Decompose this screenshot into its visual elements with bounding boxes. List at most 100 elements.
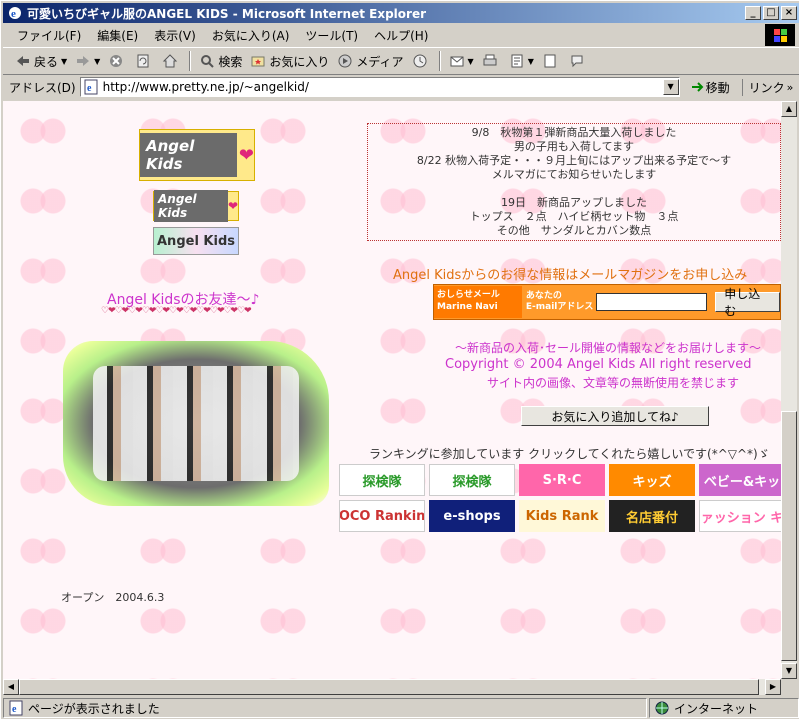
mail-magazine-form: おしらせメール Marine Navi あなたの E-mailアドレス 申し込む [433, 284, 781, 320]
ranking-banner[interactable]: S·R·C [519, 464, 605, 496]
address-bar: アドレス(D) e http://www.pretty.ne.jp/~angel… [3, 76, 799, 98]
refresh-button[interactable] [131, 50, 158, 72]
mail-magazine-heading: Angel Kidsからのお得な情報はメールマガジンをお申し込み [393, 268, 748, 283]
internet-globe-icon [655, 701, 669, 715]
stop-button[interactable] [104, 50, 131, 72]
email-label-line1: あなたの [525, 291, 562, 301]
news-line: 男の子用も入荷してます [513, 140, 635, 153]
address-dropdown-icon[interactable]: ▼ [662, 79, 679, 95]
media-label: メディア [356, 54, 404, 69]
page-icon: e [84, 79, 98, 95]
angel-kids-logo-large[interactable]: Angel Kids ❤ [139, 129, 255, 181]
ranking-banner[interactable]: 探検隊 [339, 464, 425, 496]
scroll-down-icon[interactable]: ▼ [781, 663, 797, 679]
ranking-banner[interactable]: ベビー&キッ [699, 464, 781, 496]
go-label: 移動 [705, 80, 730, 95]
media-icon [338, 54, 352, 68]
hearts-divider: ♡❤♡❤♡❤♡❤♡❤♡❤♡❤♡❤♡❤♡❤♡❤ [101, 306, 252, 316]
go-button[interactable]: 移動 [690, 79, 730, 96]
edit-page-icon [511, 54, 523, 68]
svg-text:e: e [12, 704, 17, 715]
menu-bar: ファイル(F) 編集(E) 表示(V) お気に入り(A) ツール(T) ヘルプ(… [3, 25, 799, 45]
links-button[interactable]: リンク [741, 78, 785, 96]
news-line: 19日 新商品アップしました [501, 196, 647, 209]
home-button[interactable] [158, 50, 185, 72]
scroll-up-icon[interactable]: ▲ [781, 101, 797, 117]
marine-navi-logo: おしらせメール Marine Navi [434, 286, 522, 318]
forward-arrow-icon [77, 56, 90, 66]
media-button[interactable]: メディア [333, 50, 407, 72]
add-favorite-button[interactable]: お気に入り追加してね♪ [521, 406, 709, 426]
horizontal-scrollbar[interactable]: ◀ ▶ [3, 679, 781, 695]
scroll-left-icon[interactable]: ◀ [3, 679, 19, 695]
ranking-banner[interactable]: e-shops [429, 500, 515, 532]
news-box: 9/8 秋物第１弾新商品大量入荷しました 男の子用も入荷してます 8/22 秋物… [367, 123, 781, 241]
subscribe-button[interactable]: 申し込む [715, 287, 780, 318]
print-button[interactable] [478, 50, 505, 72]
discuss-button[interactable] [538, 50, 565, 72]
ranking-banner[interactable]: COCO Ranking [339, 500, 425, 532]
chevron-down-icon: ▼ [94, 56, 101, 66]
email-label: あなたの E-mailアドレス [522, 291, 596, 313]
go-arrow-icon [691, 82, 704, 92]
window-title: 可愛いちびギャル服のANGEL KIDS - Microsoft Interne… [27, 6, 427, 21]
ie-window: e 可愛いちびギャル服のANGEL KIDS - Microsoft Inter… [0, 0, 800, 720]
back-button[interactable]: 戻る ▼ [11, 50, 71, 72]
ranking-banner[interactable]: 探検隊 [429, 464, 515, 496]
news-line: メルマガにてお知らせいたします [491, 168, 657, 181]
ranking-banner[interactable]: ファッション キッ [699, 500, 781, 532]
address-input[interactable]: e http://www.pretty.ne.jp/~angelkid/ ▼ [79, 77, 680, 97]
page-viewport: Angel Kids ❤ Angel Kids ❤ Angel Kids Ang… [3, 101, 781, 679]
edit-button[interactable]: ▼ [505, 50, 538, 72]
zone-text: インターネット [674, 701, 759, 716]
address-label: アドレス(D) [9, 80, 76, 95]
close-button[interactable]: × [781, 6, 797, 20]
messenger-icon [571, 55, 583, 68]
messenger-button[interactable] [565, 50, 592, 72]
history-button[interactable] [408, 50, 435, 72]
refresh-icon [137, 54, 149, 68]
news-line: トップス ２点 ハイビ柄セット物 ３点 [469, 210, 679, 223]
news-line [368, 182, 780, 196]
forward-button[interactable]: ▼ [71, 50, 104, 72]
favorites-button[interactable]: お気に入り [246, 50, 333, 72]
email-label-line2: E-mailアドレス [525, 302, 594, 312]
menu-favorites[interactable]: お気に入り(A) [204, 27, 298, 44]
back-label: 戻る [34, 54, 59, 69]
ranking-banner[interactable]: キッズ [609, 464, 695, 496]
scroll-thumb[interactable] [781, 411, 797, 661]
maximize-button[interactable]: □ [763, 6, 779, 20]
history-icon [413, 54, 427, 68]
heart-icon: ❤ [227, 199, 238, 213]
ranking-banners: 探検隊探検隊S·R·Cキッズベビー&キッCOCO Rankinge-shopsK… [339, 464, 781, 532]
status-text: ページが表示されました [28, 701, 160, 716]
svg-text:e: e [87, 83, 92, 94]
menu-tools[interactable]: ツール(T) [297, 27, 366, 44]
toolbar-separator [438, 51, 441, 71]
search-button[interactable]: 検索 [195, 50, 246, 72]
chevron-right-icon[interactable]: » [787, 81, 794, 94]
status-text-panel: e ページが表示されました [3, 698, 647, 718]
page-done-icon: e [9, 700, 23, 716]
menu-help[interactable]: ヘルプ(H) [366, 27, 436, 44]
angel-kids-logo-text[interactable]: Angel Kids [153, 227, 239, 255]
scroll-right-icon[interactable]: ▶ [765, 679, 781, 695]
angel-kids-logo-small[interactable]: Angel Kids ❤ [153, 190, 239, 222]
mail-button[interactable]: ▼ [445, 50, 478, 72]
minimize-button[interactable]: _ [745, 6, 761, 20]
email-input[interactable] [596, 293, 708, 311]
horizontal-scroll-thumb[interactable] [19, 679, 759, 695]
menu-file[interactable]: ファイル(F) [9, 27, 89, 44]
menu-edit[interactable]: 編集(E) [89, 27, 146, 44]
home-icon [163, 54, 178, 68]
menu-view[interactable]: 表示(V) [146, 27, 204, 44]
ranking-banner[interactable]: Kids Rank [519, 500, 605, 532]
chevron-down-icon: ▼ [527, 56, 534, 66]
dancers-photo [63, 341, 329, 506]
printer-icon [483, 54, 497, 66]
vertical-scrollbar[interactable]: ▲ ▼ [781, 101, 797, 679]
search-label: 検索 [218, 54, 243, 69]
opened-date: オープン 2004.6.3 [61, 591, 165, 604]
status-bar: e ページが表示されました インターネット [3, 697, 799, 719]
ranking-banner[interactable]: 名店番付 [609, 500, 695, 532]
